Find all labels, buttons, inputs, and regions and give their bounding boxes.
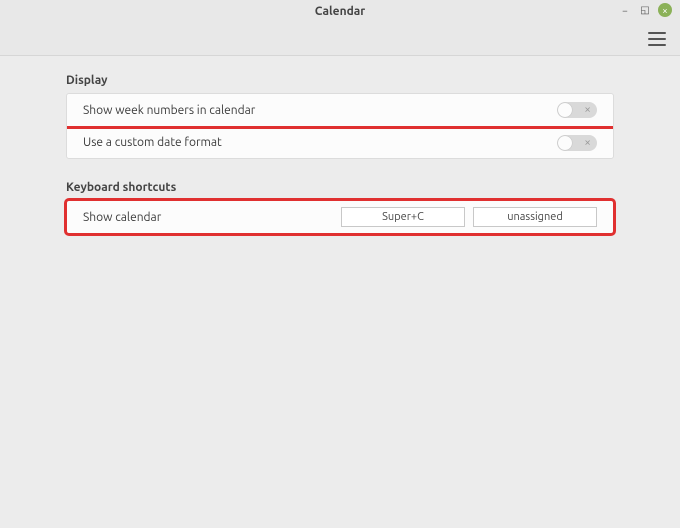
menu-icon[interactable] — [648, 32, 666, 46]
titlebar: Calendar − ◱ × — [0, 0, 680, 22]
toggle-show-week-numbers[interactable]: ✕ — [557, 102, 597, 118]
row-label: Show calendar — [83, 211, 333, 224]
close-button[interactable]: × — [658, 3, 672, 17]
row-label: Use a custom date format — [83, 136, 222, 149]
shortcut-binding-1[interactable]: Super+C — [341, 207, 465, 227]
keyboard-card: Show calendar Super+C unassigned — [66, 200, 614, 234]
section-title-display: Display — [66, 74, 614, 87]
section-title-keyboard: Keyboard shortcuts — [66, 181, 614, 194]
row-label: Show week numbers in calendar — [83, 104, 255, 117]
toggle-knob — [558, 103, 572, 117]
row-show-week-numbers: Show week numbers in calendar ✕ — [67, 94, 613, 126]
row-custom-date-format: Use a custom date format ✕ — [67, 126, 613, 158]
toggle-off-icon: ✕ — [584, 138, 591, 147]
shortcut-binding-2[interactable]: unassigned — [473, 207, 597, 227]
toggle-off-icon: ✕ — [584, 106, 591, 115]
display-card: Show week numbers in calendar ✕ Use a cu… — [66, 93, 614, 159]
toggle-custom-date-format[interactable]: ✕ — [557, 135, 597, 151]
window-title: Calendar — [315, 5, 365, 18]
minimize-button[interactable]: − — [618, 3, 632, 17]
row-show-calendar: Show calendar Super+C unassigned — [67, 201, 613, 233]
maximize-button[interactable]: ◱ — [638, 3, 652, 17]
toolbar — [0, 22, 680, 56]
window-controls: − ◱ × — [618, 3, 672, 17]
content: Display Show week numbers in calendar ✕ … — [0, 56, 680, 234]
toggle-knob — [558, 136, 572, 150]
